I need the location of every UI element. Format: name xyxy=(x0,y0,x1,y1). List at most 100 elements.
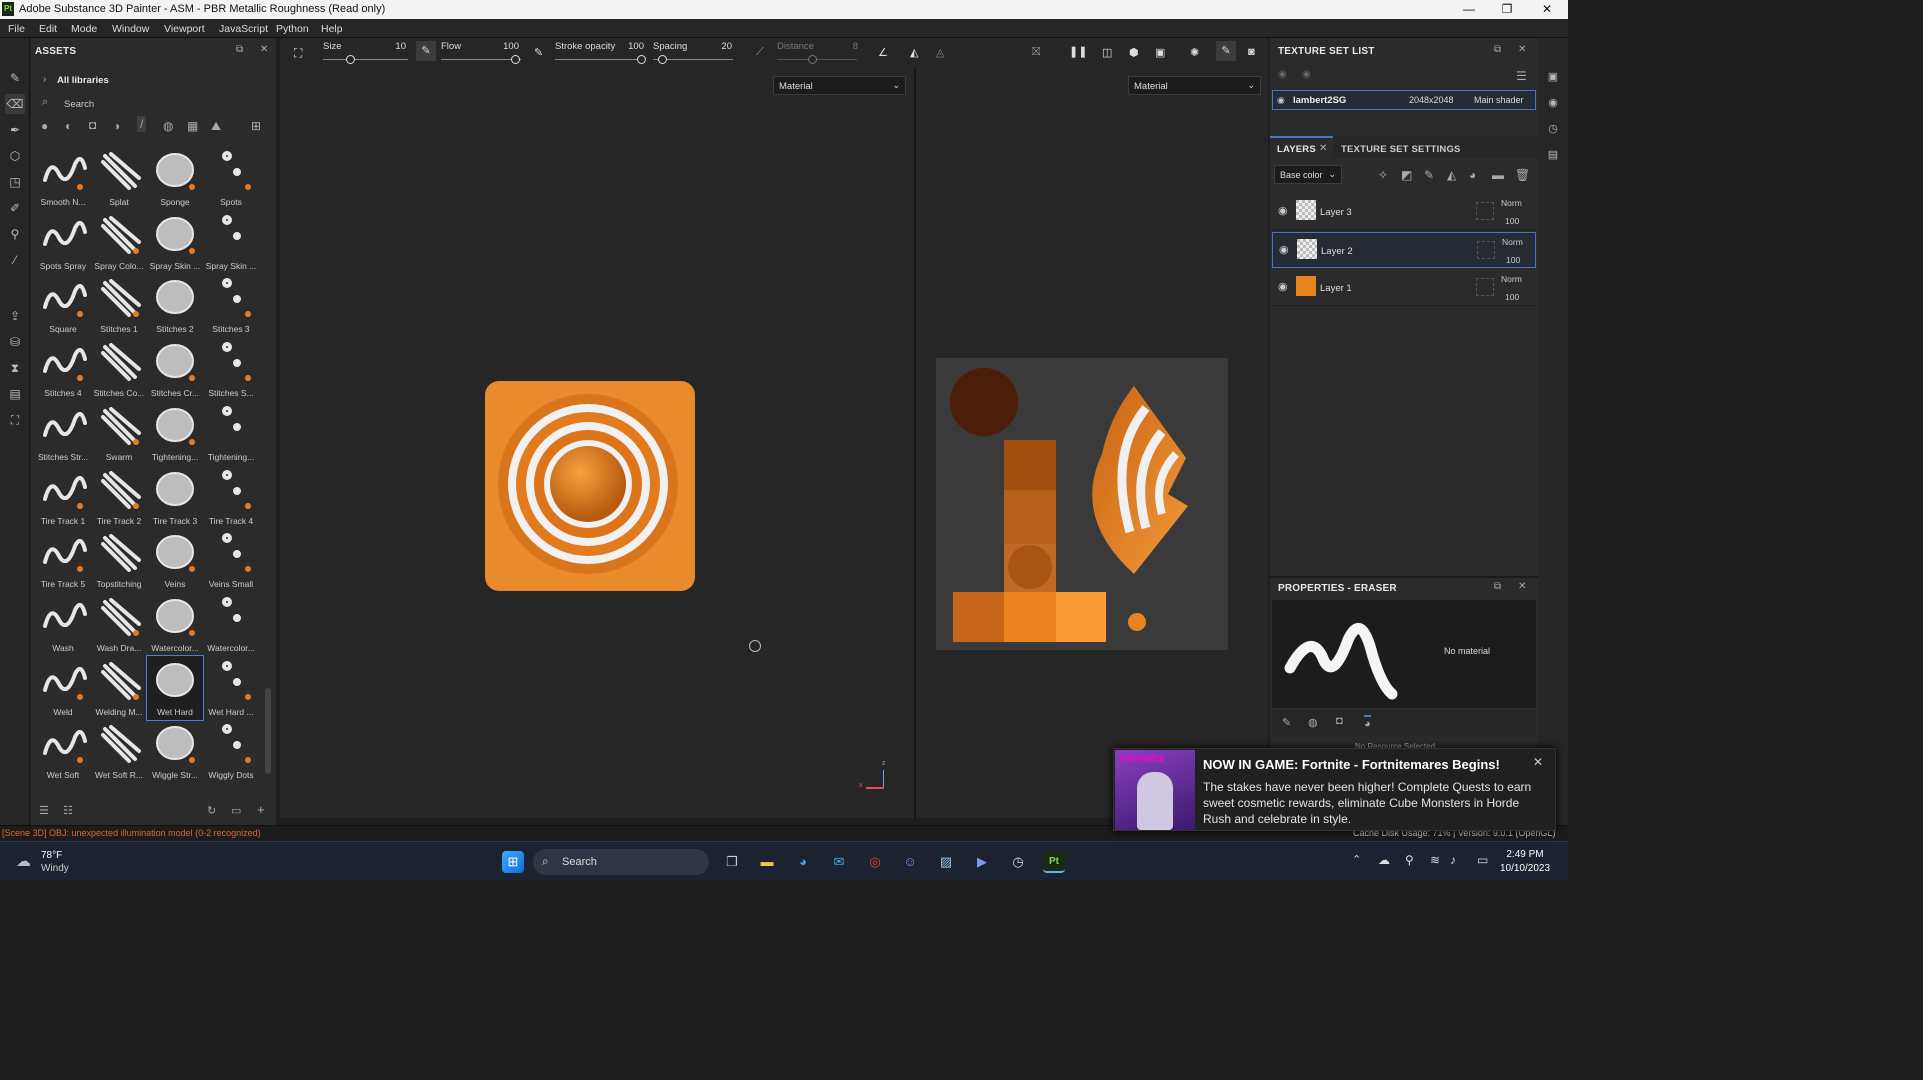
picker-icon[interactable]: ⁄ xyxy=(5,250,25,270)
asset-item[interactable]: Smooth N... xyxy=(35,146,91,210)
layer-row[interactable]: ◉ Layer 2 Norm 100 xyxy=(1272,232,1536,268)
delete-layer-icon[interactable]: 🗑 xyxy=(1515,168,1530,182)
asset-item[interactable]: Square xyxy=(35,273,91,337)
close-panel-icon[interactable]: ✕ xyxy=(1518,581,1526,592)
asset-item[interactable]: Watercolor... xyxy=(203,592,259,656)
asset-item[interactable]: Stitches 1 xyxy=(91,273,147,337)
chevron-right-icon[interactable]: › xyxy=(43,74,46,85)
media-icon[interactable]: ▶ xyxy=(971,851,993,873)
menu-mode[interactable]: Mode xyxy=(71,23,97,35)
blend-mode[interactable]: Norm xyxy=(1502,237,1523,247)
list-view-icon[interactable]: ☰ xyxy=(39,804,49,817)
blend-mode[interactable]: Norm xyxy=(1501,274,1522,284)
close-tab-icon[interactable]: ✕ xyxy=(1319,143,1327,154)
tab-layers[interactable]: LAYERS ✕ xyxy=(1270,136,1333,158)
asset-item[interactable]: Stitches Cr... xyxy=(147,337,203,401)
asset-item[interactable]: Tire Track 2 xyxy=(91,465,147,529)
menu-help[interactable]: Help xyxy=(321,23,343,35)
export-icon[interactable]: ⇪ xyxy=(5,306,25,326)
clock-date[interactable]: 10/10/2023 xyxy=(1495,863,1555,874)
layer-mask-slot[interactable] xyxy=(1476,202,1494,220)
folder-icon[interactable]: ▭ xyxy=(231,804,241,817)
add-folder-icon[interactable]: ▬ xyxy=(1492,168,1504,182)
asset-item[interactable]: Tire Track 5 xyxy=(35,528,91,592)
smudge-icon[interactable]: ◳ xyxy=(5,172,25,192)
close-panel-icon[interactable]: ✕ xyxy=(260,44,268,55)
asset-item[interactable]: Wet Hard xyxy=(146,654,204,721)
clock-time[interactable]: 2:49 PM xyxy=(1500,849,1550,860)
asset-item[interactable]: Wet Soft xyxy=(35,719,91,783)
asset-item[interactable]: Stitches Co... xyxy=(91,337,147,401)
shader-settings-icon[interactable]: ◉ xyxy=(1545,96,1561,112)
add-paint-layer-icon[interactable]: ✎ xyxy=(1424,168,1434,182)
task-view-icon[interactable]: ❐ xyxy=(721,851,743,873)
log-icon[interactable]: ▤ xyxy=(1545,148,1561,164)
spacing-knob[interactable] xyxy=(658,55,667,64)
screenshot-icon[interactable]: ◙ xyxy=(1248,46,1255,58)
grid-view-icon[interactable]: ⊞ xyxy=(251,119,261,133)
weather-temp[interactable]: 78°F xyxy=(41,850,62,861)
paint-mode-icon[interactable]: ✎ xyxy=(1216,41,1236,61)
layer-mask-slot[interactable] xyxy=(1477,241,1495,259)
viewport-2d-mode-dropdown[interactable]: Material ⌄ xyxy=(1128,76,1261,95)
angle-icon[interactable]: ∠ xyxy=(878,46,888,59)
close-window-icon[interactable]: ✕ xyxy=(1533,1,1561,17)
stroke-pen-icon[interactable]: ✎ xyxy=(534,46,543,59)
close-notification-icon[interactable]: ✕ xyxy=(1533,755,1543,769)
clock-app-icon[interactable]: ◷ xyxy=(1007,851,1029,873)
asset-item[interactable]: Tire Track 4 xyxy=(203,465,259,529)
asset-item[interactable]: Tightening... xyxy=(147,401,203,465)
taskbar-search[interactable]: ⌕ Search xyxy=(533,849,709,875)
particle-filter-icon[interactable]: ◍ xyxy=(163,119,173,133)
camera-hide-icon[interactable]: ⛝ xyxy=(1032,46,1040,59)
mail-icon[interactable]: ✉ xyxy=(828,851,850,873)
add-fill-layer-icon[interactable]: ◭ xyxy=(1447,168,1456,182)
undock-icon[interactable]: ⧉ xyxy=(1494,581,1501,592)
asset-item[interactable]: Veins xyxy=(147,528,203,592)
list-menu-icon[interactable]: ☰ xyxy=(1516,69,1527,83)
add-effect-icon[interactable]: ✧ xyxy=(1378,168,1388,182)
battery-icon[interactable]: ▭ xyxy=(1477,853,1488,867)
substance-painter-icon[interactable]: Pt xyxy=(1043,851,1065,873)
projection-icon[interactable]: ✒ xyxy=(5,120,25,140)
menu-viewport[interactable]: Viewport xyxy=(164,23,205,35)
layer-opacity[interactable]: 100 xyxy=(1506,255,1520,265)
texture-set-row[interactable]: ◉ lambert2SG 2048x2048 Main shader xyxy=(1272,90,1536,110)
asset-item[interactable]: Splat xyxy=(91,146,147,210)
layer-opacity[interactable]: 100 xyxy=(1505,292,1519,302)
spacing-value[interactable]: 20 xyxy=(710,41,732,52)
layer-row[interactable]: ◉ Layer 3 Norm 100 xyxy=(1272,194,1536,230)
clone-icon[interactable]: ✐ xyxy=(5,198,25,218)
size-slider[interactable] xyxy=(323,59,408,60)
brush-filter-icon[interactable]: / xyxy=(137,116,147,132)
stroke-opacity-knob[interactable] xyxy=(637,55,646,64)
asset-item[interactable]: Stitches 2 xyxy=(147,273,203,337)
asset-item[interactable]: Spray Colo... xyxy=(91,210,147,274)
error-message[interactable]: [Scene 3D] OBJ: unexpected illumination … xyxy=(2,828,261,838)
asset-item[interactable]: Wet Hard ... xyxy=(203,656,259,720)
add-mask-icon[interactable]: ◩ xyxy=(1401,168,1412,182)
asset-item[interactable]: Topstitching xyxy=(91,528,147,592)
wifi-icon[interactable]: ≋ xyxy=(1430,853,1440,867)
distance-value[interactable]: 8 xyxy=(840,41,858,52)
texture-filter-icon[interactable]: ▦ xyxy=(187,119,198,133)
flow-value[interactable]: 100 xyxy=(499,41,519,52)
show-all-icon[interactable]: ◉ xyxy=(1302,69,1311,80)
material-filter-icon[interactable]: ● xyxy=(41,119,48,133)
bake-icon[interactable]: ⛁ xyxy=(5,332,25,352)
asset-item[interactable]: Spray Skin ... xyxy=(203,210,259,274)
viewport-3d-mode-dropdown[interactable]: Material ⌄ xyxy=(773,76,906,95)
distance-knob[interactable] xyxy=(808,55,817,64)
channel-dropdown[interactable]: Base color ⌄ xyxy=(1274,165,1342,184)
display-settings-icon[interactable]: ▣ xyxy=(1545,70,1561,86)
asset-item[interactable]: Swarm xyxy=(91,401,147,465)
distance-slider[interactable] xyxy=(777,59,857,60)
photos-icon[interactable]: ▨ xyxy=(935,851,957,873)
size-knob[interactable] xyxy=(346,55,355,64)
menu-python[interactable]: Python xyxy=(276,23,309,35)
mask-filter-icon[interactable]: ◘ xyxy=(89,118,96,132)
alpha-tab-icon[interactable]: ◍ xyxy=(1308,716,1318,729)
add-material-icon[interactable]: ◕ xyxy=(1469,168,1476,182)
tab-texture-set-settings[interactable]: TEXTURE SET SETTINGS xyxy=(1341,144,1461,155)
file-explorer-icon[interactable]: ▬ xyxy=(756,851,778,873)
